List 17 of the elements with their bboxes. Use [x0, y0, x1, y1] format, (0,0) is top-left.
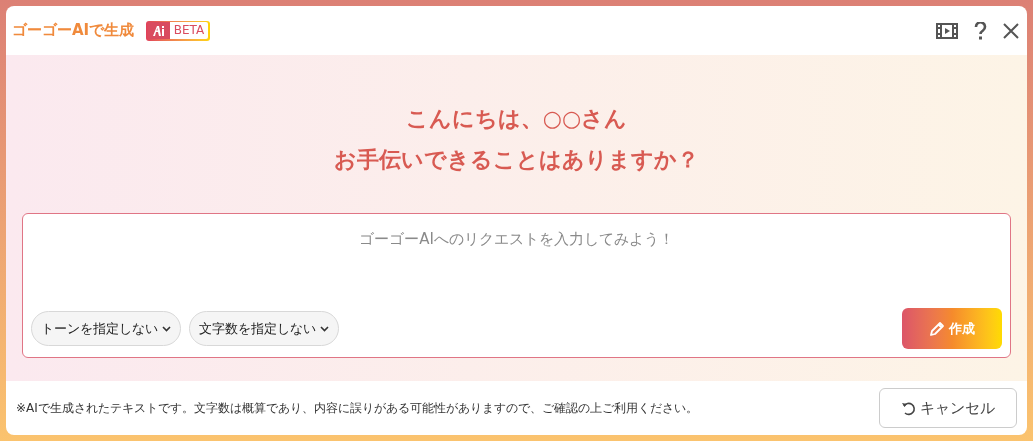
- greeting-text: こんにちは、○○さん: [405, 105, 628, 133]
- chevron-down-icon: [162, 325, 171, 332]
- help-icon[interactable]: [974, 21, 987, 40]
- option-dropdown[interactable]: 文字数を指定しない: [189, 311, 339, 346]
- video-icon[interactable]: [936, 22, 958, 39]
- beta-badge: BETA: [146, 20, 210, 41]
- disclaimer-text: ※AIで生成されたテキストです。文字数は概算であり、内容に誤りがある可能性がありますので、ご確認の上ご利用ください。: [16, 400, 698, 417]
- ai-logo-icon: [151, 24, 166, 37]
- close-icon[interactable]: [1003, 22, 1019, 39]
- undo-icon: [901, 400, 916, 416]
- greeting-text: お手伝いできることはありますか？: [334, 146, 699, 174]
- window-title: ゴーゴーAIで生成: [12, 20, 135, 42]
- cancel-button[interactable]: キャンセル: [879, 388, 1017, 428]
- chevron-down-icon: [320, 325, 329, 332]
- option-dropdown[interactable]: トーンを指定しない: [31, 311, 181, 346]
- request-input-field[interactable]: ゴーゴーAIへのリクエストを入力してみよう！: [31, 228, 1002, 251]
- pencil-icon: [929, 320, 945, 337]
